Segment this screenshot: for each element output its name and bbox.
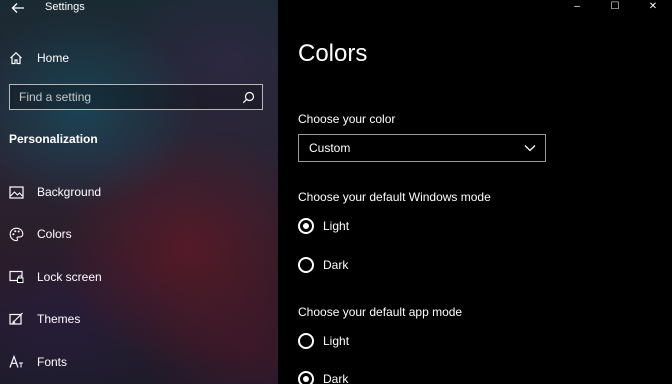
search-input[interactable] [10,86,238,108]
fonts-icon [8,354,24,370]
sidebar: Settings Home Personalization [0,0,278,384]
settings-window: Settings Home Personalization [0,0,672,384]
page-title: Colors [298,40,368,67]
windows-mode-label: Choose your default Windows mode [298,190,491,204]
sidebar-item-label: Home [37,51,70,65]
sidebar-item-lock-screen[interactable]: Lock screen [0,264,278,290]
choose-color-label: Choose your color [298,112,396,126]
radio-label: Dark [323,372,349,384]
home-icon [8,50,24,66]
radio-label: Dark [323,258,349,272]
sidebar-item-label: Background [37,185,102,199]
sidebar-item-label: Fonts [37,355,68,369]
sidebar-item-home[interactable]: Home [0,46,278,70]
windows-mode-light-option[interactable]: Light [298,216,349,236]
sidebar-item-label: Themes [37,312,81,326]
section-title: Personalization [9,132,98,146]
close-button[interactable]: ✕ [634,0,672,12]
window-controls: – ☐ ✕ [558,0,672,12]
picture-icon [8,184,24,200]
choose-color-dropdown[interactable]: Custom [298,134,546,162]
app-mode-light-option[interactable]: Light [298,331,349,351]
radio-label: Light [323,334,350,348]
main-content: – ☐ ✕ Colors Choose your color Custom Ch… [278,0,672,384]
lock-screen-icon [8,269,24,285]
sidebar-item-label: Colors [37,227,72,241]
sidebar-item-background[interactable]: Background [0,179,278,205]
app-mode-dark-option[interactable]: Dark [298,369,348,384]
app-title: Settings [45,1,85,13]
palette-icon [8,226,24,242]
maximize-button[interactable]: ☐ [596,0,634,12]
app-mode-label: Choose your default app mode [298,305,463,319]
minimize-button[interactable]: – [558,0,596,12]
back-arrow-icon[interactable] [8,0,28,16]
search-icon[interactable] [238,87,258,107]
themes-icon [8,311,24,327]
radio-button[interactable] [298,333,314,349]
sidebar-item-fonts[interactable]: Fonts [0,349,278,375]
radio-button[interactable] [298,257,314,273]
chevron-down-icon [523,141,537,155]
sidebar-item-label: Lock screen [37,270,102,284]
dropdown-value: Custom [309,141,351,155]
radio-button-checked[interactable] [298,371,314,384]
radio-button-checked[interactable] [298,218,314,234]
search-box [9,84,263,110]
windows-mode-dark-option[interactable]: Dark [298,255,348,275]
sidebar-item-colors[interactable]: Colors [0,221,278,247]
radio-label: Light [323,219,350,233]
sidebar-item-themes[interactable]: Themes [0,306,278,332]
